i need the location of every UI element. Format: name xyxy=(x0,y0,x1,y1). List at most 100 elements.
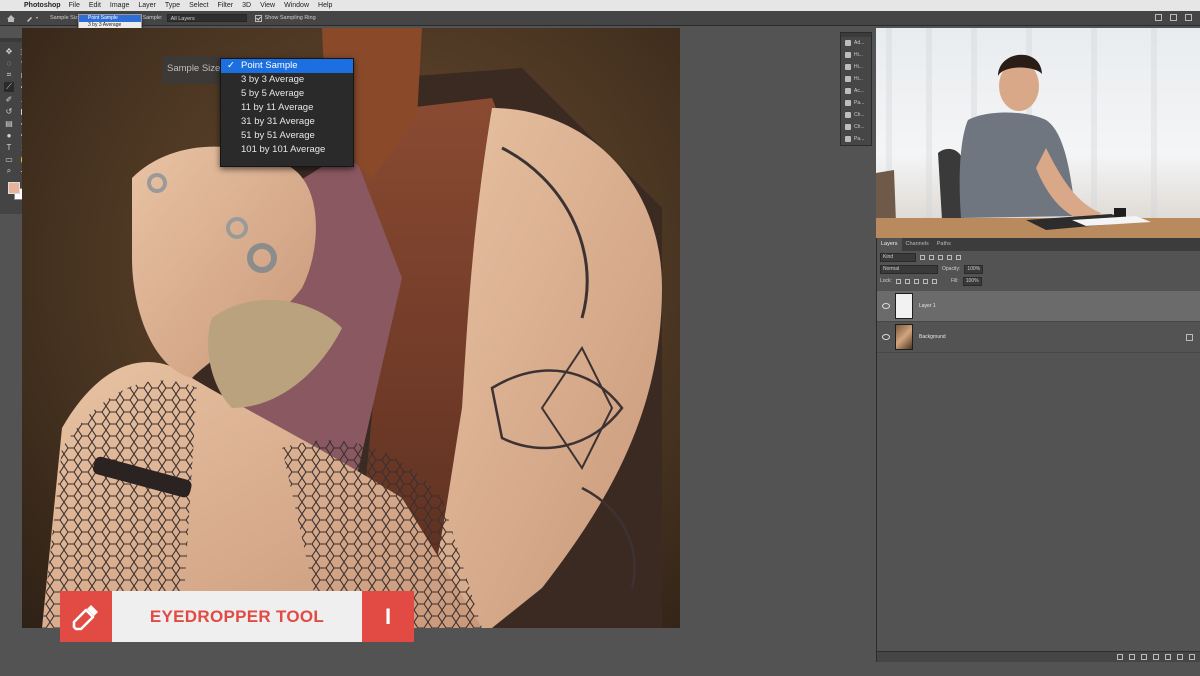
adjustment-layer-icon[interactable] xyxy=(1153,654,1159,660)
shape-tool-icon[interactable]: ▭ xyxy=(4,154,14,164)
layer-row-layer-1[interactable]: Layer 1 xyxy=(877,291,1200,322)
blend-opacity-row: Normal Opacity: 100% xyxy=(877,263,1200,275)
menu-view[interactable]: View xyxy=(260,2,275,9)
panel-character-styles[interactable]: Ch... xyxy=(841,121,871,133)
panel-paragraph-styles[interactable]: Pa... xyxy=(841,133,871,145)
sample-option-3x3[interactable]: 3 by 3 Average xyxy=(221,73,353,87)
panel-actions[interactable]: Ac... xyxy=(841,85,871,97)
blend-mode-select[interactable]: Normal xyxy=(880,264,938,274)
search-icon[interactable] xyxy=(1155,14,1162,21)
panel-label: Ac... xyxy=(854,88,865,94)
lock-icon[interactable] xyxy=(1186,334,1193,341)
menu-3d[interactable]: 3D xyxy=(242,2,251,9)
panel-adjustments[interactable]: Ad... xyxy=(841,37,871,49)
lock-image-icon[interactable] xyxy=(904,278,910,284)
options-right-icons xyxy=(1155,14,1192,21)
panel-label: Hi... xyxy=(854,64,863,70)
fill-label: Fill: xyxy=(950,278,959,284)
tab-channels[interactable]: Channels xyxy=(902,238,933,251)
opacity-input[interactable]: 100% xyxy=(964,264,984,274)
filter-pixel-icon[interactable] xyxy=(920,254,925,260)
menu-type[interactable]: Type xyxy=(165,2,180,9)
lock-transparent-icon[interactable] xyxy=(895,278,901,284)
menu-image[interactable]: Image xyxy=(110,2,129,9)
sample-select[interactable]: All Layers xyxy=(166,14,247,22)
link-layers-icon[interactable] xyxy=(1117,654,1123,660)
menu-layer[interactable]: Layer xyxy=(138,2,156,9)
lasso-tool-icon[interactable]: ◌ xyxy=(4,58,14,68)
history-brush-tool-icon[interactable]: ↺ xyxy=(4,106,14,116)
panel-label: Pa... xyxy=(854,100,865,106)
show-sampling-ring-checkbox[interactable] xyxy=(254,14,262,22)
trash-icon[interactable] xyxy=(1189,654,1195,660)
lock-label: Lock: xyxy=(880,278,892,284)
panel-label: Ch... xyxy=(854,124,865,130)
options-bar: Sample Size: Sample: All Layers Show Sam… xyxy=(0,11,1200,26)
panel-character[interactable]: Ch... xyxy=(841,109,871,121)
foreground-color-swatch[interactable] xyxy=(8,182,20,194)
crop-tool-icon[interactable]: ⌗ xyxy=(4,70,14,80)
layer-thumbnail xyxy=(895,324,913,350)
menu-edit[interactable]: Edit xyxy=(89,2,101,9)
share-icon[interactable] xyxy=(1185,14,1192,21)
sample-option-31x31[interactable]: 31 by 31 Average xyxy=(221,115,353,129)
filter-adjustment-icon[interactable] xyxy=(929,254,934,260)
sample-option-101x101[interactable]: 101 by 101 Average xyxy=(221,143,353,157)
eyedropper-tool-icon[interactable]: ⟋ xyxy=(4,82,14,92)
panel-history-2[interactable]: Hi... xyxy=(841,73,871,85)
panel-paragraph[interactable]: Pa... xyxy=(841,97,871,109)
tab-layers[interactable]: Layers xyxy=(877,238,902,251)
layer-filter-kind-select[interactable]: Kind xyxy=(880,252,916,262)
lock-all-icon[interactable] xyxy=(931,278,937,284)
brush-tool-icon[interactable]: ✐ xyxy=(4,94,14,104)
type-tool-icon[interactable]: T xyxy=(4,142,14,152)
document-canvas[interactable]: Sample Size: ✓ Point Sample 3 by 3 Avera… xyxy=(22,28,680,628)
layer-row-background[interactable]: Background xyxy=(877,322,1200,353)
eyedropper-preset-icon[interactable] xyxy=(26,14,40,22)
dodge-tool-icon[interactable]: ● xyxy=(4,130,14,140)
filter-type-icon[interactable] xyxy=(938,254,943,260)
fill-input[interactable]: 100% xyxy=(962,276,982,286)
panel-histogram[interactable]: Hi... xyxy=(841,49,871,61)
menu-bar: Photoshop File Edit Image Layer Type Sel… xyxy=(0,0,1200,11)
layer-style-icon[interactable] xyxy=(1129,654,1135,660)
banner-title: EYEDROPPER TOOL xyxy=(112,591,362,642)
menu-file[interactable]: File xyxy=(69,2,80,9)
move-tool-icon[interactable]: ✥ xyxy=(4,46,14,56)
filter-smart-object-icon[interactable] xyxy=(956,254,961,260)
sample-option-51x51[interactable]: 51 by 51 Average xyxy=(221,129,353,143)
sample-option-11x11[interactable]: 11 by 11 Average xyxy=(221,101,353,115)
histogram-icon xyxy=(845,52,851,58)
filter-shape-icon[interactable] xyxy=(947,254,952,260)
panel-label: Ad... xyxy=(854,40,865,46)
lock-artboard-icon[interactable] xyxy=(922,278,928,284)
panel-label: Hi... xyxy=(854,52,863,58)
sample-option-label: Point Sample xyxy=(241,60,298,71)
layer-name: Layer 1 xyxy=(919,303,936,309)
menu-select[interactable]: Select xyxy=(189,2,208,9)
sample-option-5x5[interactable]: 5 by 5 Average xyxy=(221,87,353,101)
home-icon[interactable] xyxy=(6,14,16,23)
app-menu[interactable]: Photoshop xyxy=(24,2,61,9)
new-group-icon[interactable] xyxy=(1165,654,1171,660)
history-icon xyxy=(845,64,851,70)
history-brush-icon xyxy=(845,76,851,82)
visibility-eye-icon[interactable] xyxy=(882,334,890,340)
menu-filter[interactable]: Filter xyxy=(218,2,234,9)
menu-help[interactable]: Help xyxy=(318,2,332,9)
workspace-icon[interactable] xyxy=(1170,14,1177,21)
new-layer-icon[interactable] xyxy=(1177,654,1183,660)
menu-window[interactable]: Window xyxy=(284,2,309,9)
mini-menu-item[interactable]: Point Sample xyxy=(79,15,141,22)
visibility-eye-icon[interactable] xyxy=(882,303,890,309)
character-icon xyxy=(845,112,851,118)
add-mask-icon[interactable] xyxy=(1141,654,1147,660)
lock-position-icon[interactable] xyxy=(913,278,919,284)
gradient-tool-icon[interactable]: ▤ xyxy=(4,118,14,128)
sample-option-point[interactable]: ✓ Point Sample xyxy=(221,59,353,73)
sample-size-zoom-menu: ✓ Point Sample 3 by 3 Average 5 by 5 Ave… xyxy=(220,58,354,167)
panel-history[interactable]: Hi... xyxy=(841,61,871,73)
adjustments-icon xyxy=(845,40,851,46)
tab-paths[interactable]: Paths xyxy=(933,238,955,251)
zoom-tool-icon[interactable]: ⌕ xyxy=(4,166,14,176)
